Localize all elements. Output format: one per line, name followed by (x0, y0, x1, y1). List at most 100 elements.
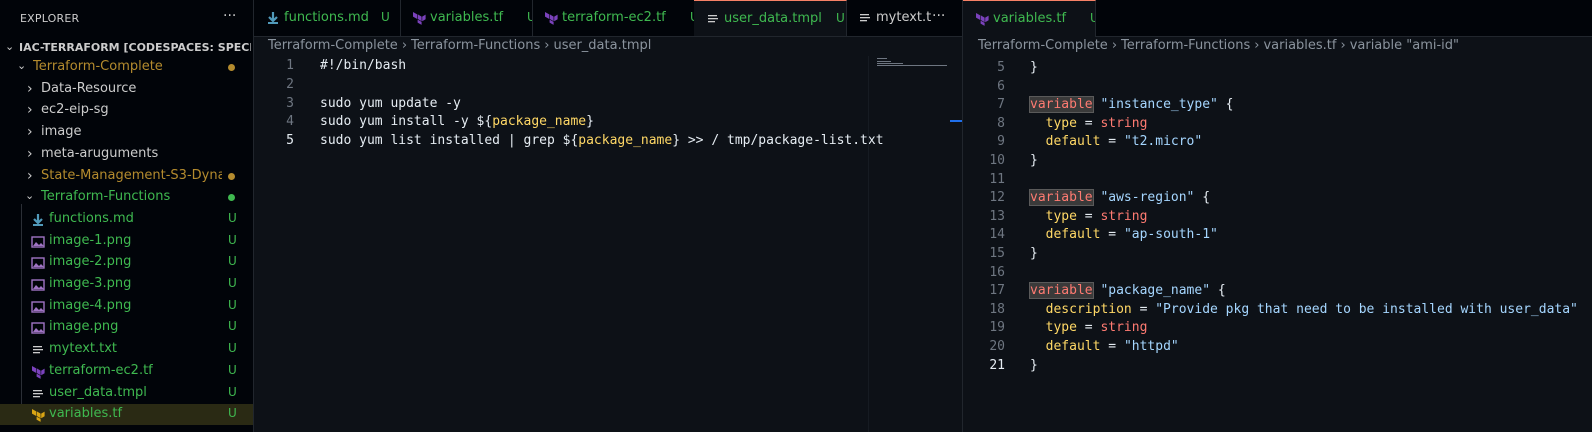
line-number: 11 (989, 171, 1005, 187)
editor-tab[interactable]: variables.tfU (400, 0, 533, 36)
code-line: 17 variable "package_name" { (963, 282, 1592, 302)
chevron-down-icon: ⌄ (17, 59, 27, 72)
line-number: 4 (286, 114, 294, 130)
tree-item-label: image-3.png (49, 276, 132, 291)
editor-right[interactable]: 5} 6 7 variable "instance_type" {8 type = s… (963, 58, 1592, 388)
code-line: 1 #!/bin/bash (254, 58, 866, 77)
tabs-more-icon[interactable]: ··· (932, 8, 945, 24)
tab-label: user_data.tmpl (724, 11, 822, 26)
tab-label: terraform-ec2.tf (562, 10, 666, 25)
file-lines-icon (31, 387, 45, 401)
breadcrumb-item[interactable]: variables.tf (1263, 38, 1336, 53)
code-line: 3 sudo yum update -y (254, 96, 866, 115)
code-line: 21} (963, 358, 1592, 377)
tree-item[interactable]: user_data.tmpl U (0, 383, 253, 404)
image-icon (31, 256, 45, 270)
git-status-badge: U (1090, 11, 1095, 25)
terraform-icon (31, 365, 45, 379)
line-number: 17 (989, 283, 1005, 299)
code-line: 6 (963, 79, 1592, 98)
editor-left[interactable]: 1 #!/bin/bash 2 3 sudo yum update -y 4 sudo yu… (254, 56, 883, 356)
line-number: 6 (997, 78, 1005, 94)
code-text: type = string (1045, 208, 1148, 224)
line-number: 13 (989, 208, 1005, 224)
tree-item[interactable]: ⌄ Terraform-Functions (0, 187, 253, 208)
code-line: 5 sudo yum list installed | grep ${packag… (254, 133, 883, 152)
terraform-icon (412, 11, 426, 25)
tree-item[interactable]: › State-Management-S3-Dyna... (0, 166, 253, 187)
code-text: sudo yum install -y ${package_name} (320, 114, 594, 130)
breadcrumb-item[interactable]: Terraform-Complete (268, 38, 398, 53)
editor-tab[interactable]: user_data.tmplU✕ (694, 0, 847, 36)
tree-item[interactable]: image-3.png U (0, 274, 253, 295)
breadcrumb-right: Terraform-Complete › Terraform-Functions › v… (978, 38, 1459, 58)
tree-item[interactable]: image-1.png U (0, 231, 253, 252)
image-icon (31, 235, 45, 249)
chevron-right-icon: › (1111, 38, 1118, 53)
breadcrumb-item[interactable]: Terraform-Functions (411, 38, 540, 53)
tree-item-label: Terraform-Functions (41, 189, 171, 205)
terraform-icon (31, 408, 45, 423)
tree-item-label: meta-aruguments (41, 145, 159, 161)
code-line: 13 type = string (963, 209, 1592, 228)
code-line: 5} (963, 60, 1592, 79)
line-number: 1 (286, 58, 294, 73)
terraform-icon (975, 12, 989, 26)
file-lines-icon (706, 12, 720, 26)
explorer-sidebar: EXPLORER ··· ⌄ IAC-TERRAFORM [CODESPACES… (0, 0, 254, 432)
tree-item[interactable]: ⌄ Terraform-Complete (0, 57, 253, 78)
editor-tabs-left: functions.mdUvariables.tfUterraform-ec2.… (254, 0, 962, 37)
line-number: 16 (989, 264, 1005, 280)
tree-item-label: variables.tf (49, 406, 123, 422)
breadcrumb-left: Terraform-Complete › Terraform-Functions › u… (268, 38, 651, 58)
line-number: 2 (286, 76, 294, 92)
chevron-right-icon: › (27, 124, 33, 141)
chevron-right-icon: › (1254, 38, 1260, 53)
tree-item[interactable]: › Data-Resource (0, 79, 253, 100)
tree-item-label: image-1.png (49, 232, 132, 248)
tree-item[interactable]: image-4.png U (0, 296, 253, 317)
tree-item[interactable]: image.png U (0, 317, 253, 338)
git-status-badge: U (228, 319, 237, 334)
chevron-right-icon: › (544, 38, 550, 53)
line-number: 18 (989, 301, 1005, 317)
line-number: 19 (989, 320, 1005, 336)
code-line: 14 default = "ap-south-1" (963, 227, 1592, 246)
tree-item[interactable]: › meta-aruguments (0, 144, 253, 165)
status-dot (228, 172, 235, 180)
tree-item-label: functions.md (49, 210, 134, 226)
breadcrumb-item[interactable]: Terraform-Complete (978, 38, 1108, 53)
file-lines-icon (31, 343, 45, 357)
editor-tab[interactable]: terraform-ec2.tfU (532, 0, 695, 36)
tab-label: variables.tf (430, 10, 504, 25)
chevron-right-icon: › (1340, 38, 1346, 53)
tree-item[interactable]: terraform-ec2.tf U (0, 361, 253, 382)
line-number: 12 (989, 190, 1005, 206)
tree-item[interactable]: mytext.txt U (0, 339, 253, 360)
line-number: 3 (286, 95, 294, 111)
git-status-badge: U (228, 362, 237, 377)
tree-item[interactable]: functions.md U (0, 209, 253, 230)
chevron-right-icon: › (27, 145, 33, 162)
editor-tab[interactable]: variables.tfU✕ (963, 0, 1096, 37)
chevron-right-icon: › (27, 80, 33, 97)
breadcrumb-item[interactable]: Terraform-Functions (1121, 38, 1250, 53)
line-number: 21 (989, 357, 1005, 373)
tree-item[interactable]: variables.tf U (0, 404, 253, 426)
workspace-root-label: IAC-TERRAFORM [CODESPACES: SPECIAL D... (19, 41, 251, 54)
code-text: default = "t2.micro" (1045, 134, 1203, 150)
tree-item-label: Data-Resource (41, 80, 137, 96)
explorer-more-icon[interactable]: ··· (223, 8, 236, 24)
tree-item[interactable]: › image (0, 122, 253, 143)
breadcrumb-item[interactable]: user_data.tmpl (553, 38, 651, 53)
tree-item-label: image (41, 124, 82, 140)
minimap[interactable] (868, 56, 961, 432)
git-status-badge: U (228, 232, 237, 247)
tree-item-label: terraform-ec2.tf (49, 362, 153, 378)
breadcrumb-item[interactable]: variable "ami-id" (1350, 38, 1459, 53)
tree-item[interactable]: › ec2-eip-sg (0, 100, 253, 121)
code-text: type = string (1045, 320, 1148, 336)
editor-tab[interactable]: functions.md U (254, 0, 401, 36)
git-status-badge: U (228, 341, 237, 356)
tree-item[interactable]: image-2.png U (0, 252, 253, 273)
